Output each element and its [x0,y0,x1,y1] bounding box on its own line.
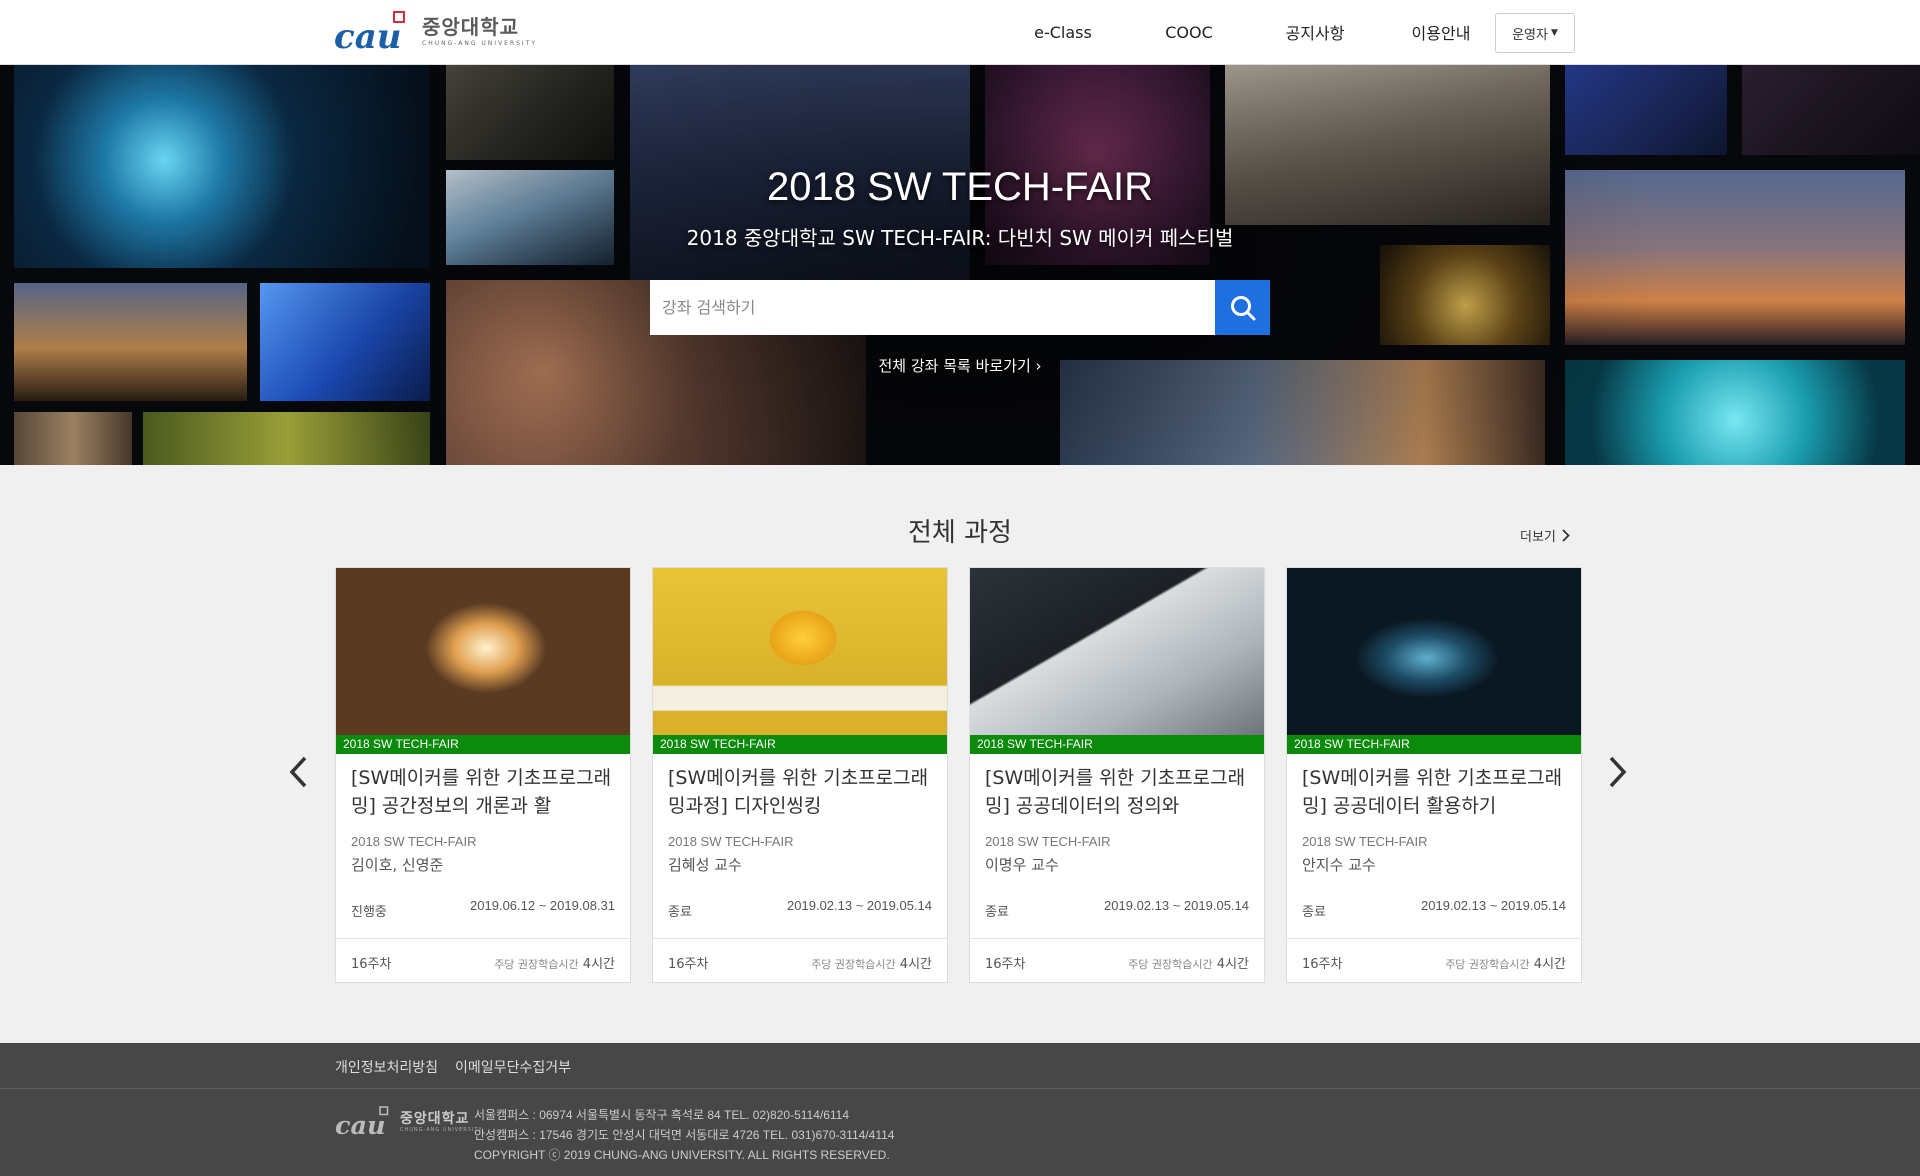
course-search-form [650,280,1270,335]
course-card[interactable]: 2018 SW TECH-FAIR [SW메이커를 위한 기초프로그래밍] 공공… [1286,567,1582,983]
hero-banner: 2018 SW TECH-FAIR 2018 중앙대학교 SW TECH-FAI… [0,65,1920,465]
course-org: 2018 SW TECH-FAIR [668,834,794,849]
course-card-footer: 16주차 주당 권장학습시간 4시간 [653,938,947,982]
caret-down-icon: ▼ [1550,28,1558,38]
course-category-tag: 2018 SW TECH-FAIR [653,735,947,754]
course-weeks: 16주차 [668,957,709,972]
course-title: [SW메이커를 위한 기초프로그래밍] 공공데이터의 정의와 [985,767,1246,817]
seoul-campus-address: 서울캠퍼스 : 06974 서울특별시 동작구 흑석로 84 TEL. 02)8… [474,1108,850,1122]
course-thumbnail [970,568,1264,735]
nav-notice[interactable]: 공지사항 [1252,20,1378,44]
hours-value: 4시간 [582,957,615,972]
course-status: 종료 [985,905,1009,920]
course-thumbnail [653,568,947,735]
carousel-next-button[interactable] [1603,752,1633,792]
course-weeks: 16주차 [1302,957,1343,972]
course-hours: 주당 권장학습시간 4시간 [1128,953,1249,972]
privacy-policy-link[interactable]: 개인정보처리방침 [335,1057,438,1077]
site-footer: 개인정보처리방침 이메일무단수집거부 cau 중앙대학교 CHUNG-ANG U… [0,1043,1920,1176]
role-dropdown[interactable]: 운영자 ▼ [1495,13,1575,53]
course-period: 2019.02.13 ~ 2019.05.14 [1421,898,1566,913]
course-category-tag: 2018 SW TECH-FAIR [970,735,1264,754]
course-org: 2018 SW TECH-FAIR [1302,834,1428,849]
chevron-right-icon [1562,529,1570,542]
course-period: 2019.02.13 ~ 2019.05.14 [787,898,932,913]
carousel-prev-button[interactable] [283,752,313,792]
course-status: 종료 [1302,905,1326,920]
course-professor: 김혜성 교수 [668,856,742,874]
svg-text:cau: cau [335,1111,386,1139]
site-header: cau 중앙대학교 CHUNG-ANG UNIVERSITY e-Class C… [0,0,1920,65]
cau-logo-mark: cau [334,11,405,54]
search-button[interactable] [1215,280,1270,335]
svg-text:cau: cau [334,17,401,54]
hours-value: 4시간 [899,957,932,972]
nav-cooc[interactable]: COOC [1126,23,1252,42]
hours-label: 주당 권장학습시간 [1445,958,1530,971]
hours-value: 4시간 [1216,957,1249,972]
footer-links: 개인정보처리방침 이메일무단수집거부 [335,1057,571,1077]
course-professor: 이명우 교수 [985,856,1059,874]
hours-value: 4시간 [1533,957,1566,972]
hero-subtitle: 2018 중앙대학교 SW TECH-FAIR: 다빈치 SW 메이커 페스티벌 [686,226,1234,250]
footer-address: 서울캠퍼스 : 06974 서울특별시 동작구 흑석로 84 TEL. 02)8… [474,1105,894,1165]
email-refusal-link[interactable]: 이메일무단수집거부 [455,1057,571,1077]
hours-label: 주당 권장학습시간 [811,958,896,971]
course-status: 진행중 [351,905,387,920]
course-search-input[interactable] [650,280,1215,335]
course-card-footer: 16주차 주당 권장학습시간 4시간 [336,938,630,982]
course-period: 2019.06.12 ~ 2019.08.31 [470,898,615,913]
course-period: 2019.02.13 ~ 2019.05.14 [1104,898,1249,913]
university-logo[interactable]: cau 중앙대학교 CHUNG-ANG UNIVERSITY [334,10,537,54]
hero-title: 2018 SW TECH-FAIR [766,165,1154,209]
anseong-campus-address: 안성캠퍼스 : 17546 경기도 안성시 대덕면 서동대로 4726 TEL.… [474,1128,895,1142]
course-card-footer: 16주차 주당 권장학습시간 4시간 [970,938,1264,982]
search-icon [1230,295,1255,320]
course-weeks: 16주차 [351,957,392,972]
course-thumbnail [1287,568,1581,735]
all-courses-link[interactable]: 전체 강좌 목록 바로가기 › [0,355,1920,376]
course-hours: 주당 권장학습시간 4시간 [811,953,932,972]
footer-divider [0,1088,1920,1089]
logo-text-korean: 중앙대학교 [422,15,519,39]
course-hours: 주당 권장학습시간 4시간 [494,953,615,972]
course-card[interactable]: 2018 SW TECH-FAIR [SW메이커를 위한 기초프로그래밍] 공간… [335,567,631,983]
footer-logo-text-english: CHUNG-ANG UNIVERSITY [400,1126,483,1133]
more-link[interactable]: 더보기 [1520,526,1570,545]
course-org: 2018 SW TECH-FAIR [985,834,1111,849]
nav-eclass[interactable]: e-Class [1000,23,1126,42]
course-title: [SW메이커를 위한 기초프로그래밍] 공간정보의 개론과 활 [351,767,612,817]
hours-label: 주당 권장학습시간 [1128,958,1213,971]
course-title: [SW메이커를 위한 기초프로그래밍] 공공데이터 활용하기 [1302,767,1563,817]
chevron-right-icon [1609,756,1627,788]
course-card[interactable]: 2018 SW TECH-FAIR [SW메이커를 위한 기초프로그래밍] 공공… [969,567,1265,983]
footer-logo: cau 중앙대학교 CHUNG-ANG UNIVERSITY [335,1105,483,1139]
course-title: [SW메이커를 위한 기초프로그래밍과정] 디자인씽킹 [668,767,929,817]
main-nav: e-Class COOC 공지사항 이용안내 [1000,0,1504,64]
course-status: 종료 [668,905,692,920]
chevron-left-icon [289,756,307,788]
course-card[interactable]: 2018 SW TECH-FAIR [SW메이커를 위한 기초프로그래밍과정] … [652,567,948,983]
course-card-footer: 16주차 주당 권장학습시간 4시간 [1287,938,1581,982]
section-title: 전체 과정 [908,518,1012,548]
cau-logo-mark: cau [335,1106,389,1139]
role-label: 운영자 [1512,27,1548,43]
footer-logo-text-korean: 중앙대학교 [400,1110,470,1127]
course-category-tag: 2018 SW TECH-FAIR [1287,735,1581,754]
course-professor: 김이호, 신영준 [351,856,444,874]
course-professor: 안지수 교수 [1302,856,1376,874]
copyright-text: COPYRIGHT ⓒ 2019 CHUNG-ANG UNIVERSITY. A… [474,1148,890,1162]
course-category-tag: 2018 SW TECH-FAIR [336,735,630,754]
course-thumbnail [336,568,630,735]
nav-guide[interactable]: 이용안내 [1378,20,1504,44]
hours-label: 주당 권장학습시간 [494,958,579,971]
logo-text-english: CHUNG-ANG UNIVERSITY [422,40,538,47]
more-label: 더보기 [1520,530,1556,545]
hero-overlay [0,65,1920,465]
course-hours: 주당 권장학습시간 4시간 [1445,953,1566,972]
course-weeks: 16주차 [985,957,1026,972]
course-org: 2018 SW TECH-FAIR [351,834,477,849]
